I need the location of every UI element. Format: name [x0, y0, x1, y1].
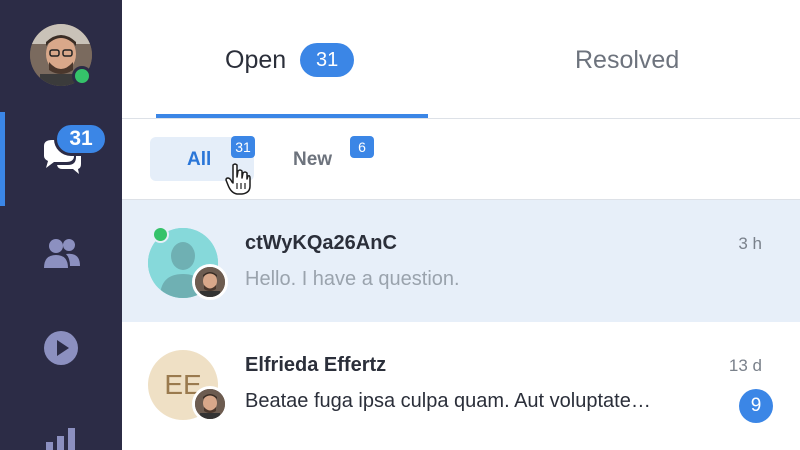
filter-all-count: 31	[231, 136, 255, 158]
hand-cursor-icon	[225, 163, 251, 195]
conversation-panel: Open 31 Resolved All 31 New 6 ctWyKQa26A…	[122, 0, 800, 450]
conversation-time: 13 d	[728, 356, 762, 375]
tab-open-badge: 31	[300, 43, 355, 77]
conversation-preview: Beatae fuga ipsa culpa quam. Aut volupta…	[245, 390, 651, 412]
assigned-agent-avatar	[192, 264, 228, 300]
conversation-time: 3 h	[738, 234, 762, 253]
conversation-preview: Hello. I have a question.	[245, 268, 460, 290]
conversation-item[interactable]: ctWyKQa26AnC Hello. I have a question. 3…	[122, 200, 800, 322]
filter-new-count: 6	[350, 136, 374, 158]
people-icon[interactable]	[42, 236, 82, 272]
active-tab-underline	[156, 114, 428, 118]
sidebar-active-indicator	[0, 112, 5, 206]
conversations-badge: 31	[54, 122, 108, 156]
tab-resolved-label: Resolved	[575, 45, 680, 74]
online-status-dot	[72, 66, 92, 86]
play-icon[interactable]	[43, 330, 79, 366]
stats-icon[interactable]	[46, 426, 76, 450]
conversation-name: ctWyKQa26AnC	[245, 232, 397, 254]
tab-open[interactable]: Open 31	[225, 40, 355, 80]
filter-all-label: All	[187, 149, 212, 170]
assigned-agent-avatar	[192, 386, 228, 422]
filter-new-button[interactable]: New	[293, 149, 332, 171]
conversation-item[interactable]: EE Elfrieda Effertz Beatae fuga ipsa cul…	[122, 322, 800, 450]
status-tabs: Open 31 Resolved	[122, 0, 800, 119]
tab-open-label: Open	[225, 45, 287, 74]
filter-bar: All 31 New 6	[122, 119, 800, 200]
sidebar: 31	[0, 0, 122, 450]
tab-resolved[interactable]: Resolved	[575, 40, 679, 80]
unread-count-badge: 9	[739, 389, 773, 423]
conversation-name: Elfrieda Effertz	[245, 354, 387, 376]
visitor-online-dot	[152, 226, 169, 243]
